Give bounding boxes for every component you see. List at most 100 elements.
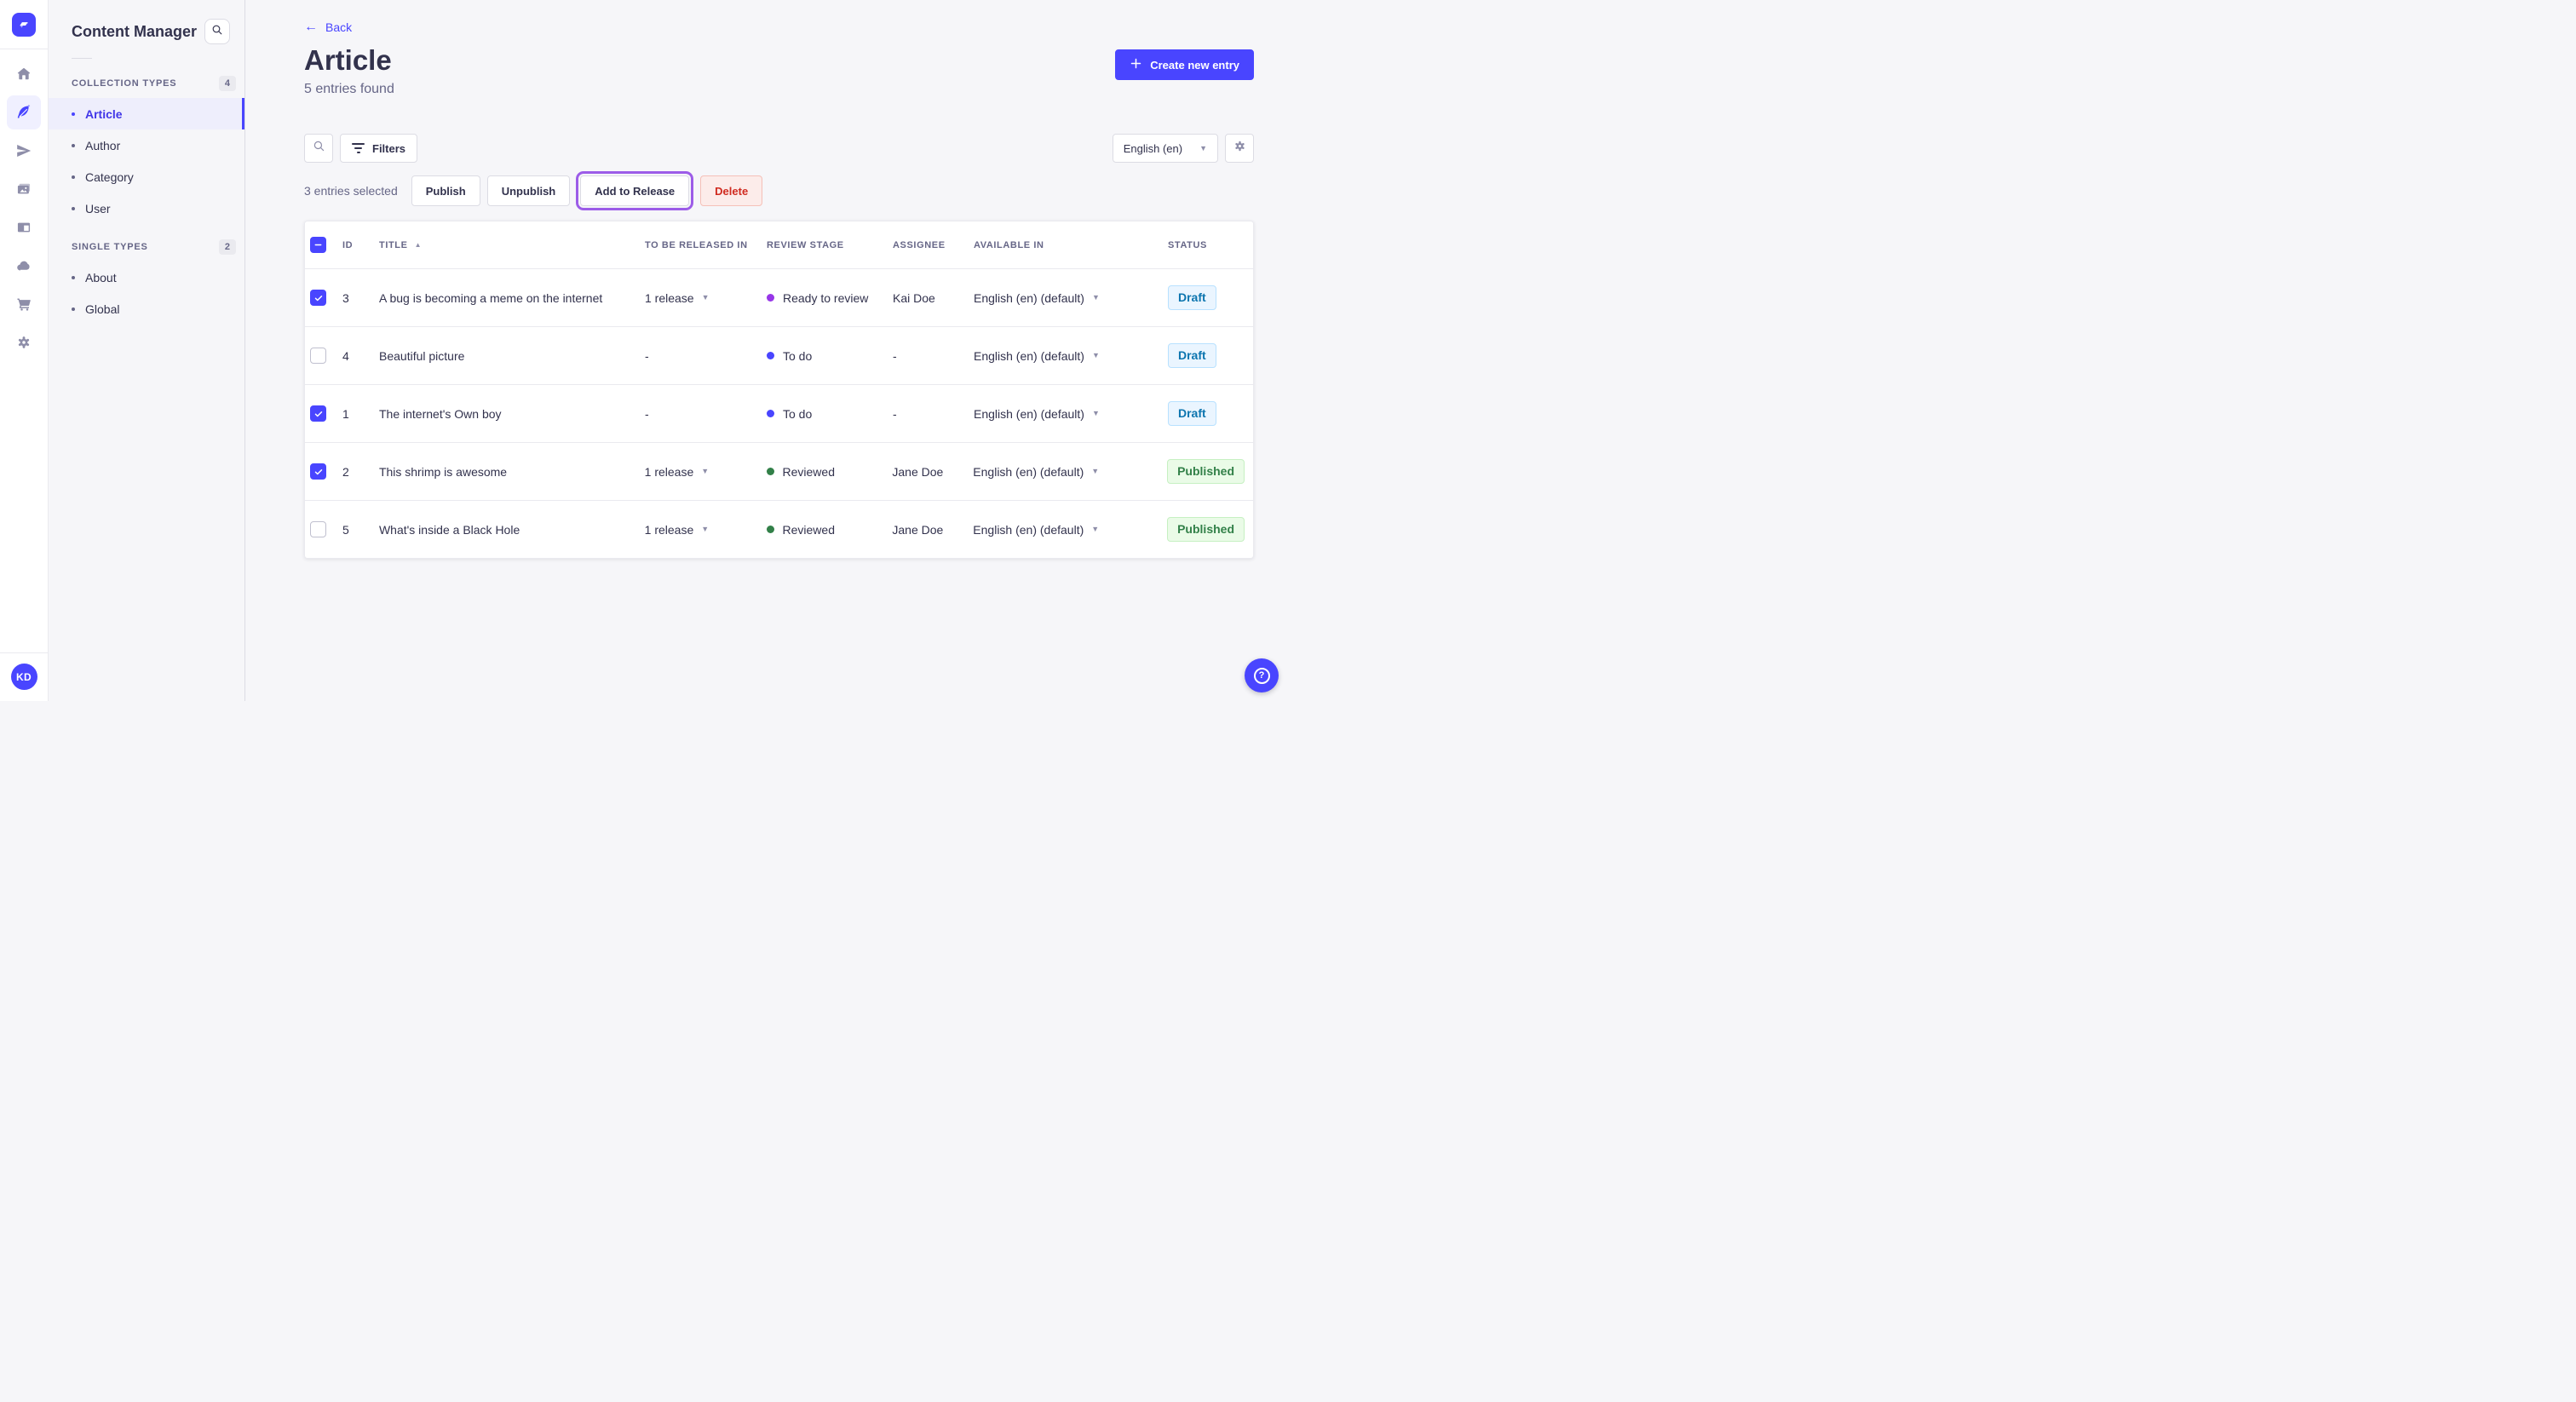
content-manager-icon[interactable] bbox=[7, 95, 41, 129]
row-checkbox[interactable] bbox=[310, 463, 326, 480]
entry-release-cell[interactable]: - ▼ bbox=[645, 349, 767, 363]
entry-assignee: Jane Doe bbox=[892, 522, 944, 537]
search-button[interactable] bbox=[204, 19, 230, 44]
section-label-collection-types: COLLECTION TYPES bbox=[72, 78, 177, 89]
entry-release-cell[interactable]: - ▼ bbox=[645, 407, 767, 421]
releases-icon[interactable] bbox=[7, 134, 41, 168]
row-checkbox[interactable] bbox=[310, 348, 326, 364]
row-checkbox[interactable] bbox=[310, 521, 326, 537]
marketplace-cart-icon[interactable] bbox=[7, 287, 41, 321]
sidebar-item-about[interactable]: About bbox=[49, 261, 244, 293]
status-badge: Draft bbox=[1168, 401, 1216, 426]
media-library-icon[interactable] bbox=[7, 172, 41, 206]
entry-id: 4 bbox=[342, 348, 349, 363]
chevron-down-icon: ▼ bbox=[701, 293, 710, 302]
create-new-entry-button[interactable]: Create new entry bbox=[1115, 49, 1254, 80]
view-settings-button[interactable] bbox=[1225, 134, 1254, 163]
entry-status: Draft bbox=[1168, 343, 1253, 368]
entry-locale-cell[interactable]: English (en) (default) ▼ bbox=[974, 291, 1168, 305]
single-types-count: 2 bbox=[218, 239, 236, 255]
chevron-down-icon: ▼ bbox=[1091, 525, 1100, 533]
page-title: Article bbox=[304, 44, 392, 76]
sidebar-item-category[interactable]: Category bbox=[49, 161, 244, 192]
table-row[interactable]: 4 Beautiful picture - ▼ To do - English … bbox=[305, 326, 1253, 384]
entry-assignee: Kai Doe bbox=[893, 290, 935, 305]
entry-title: A bug is becoming a meme on the internet bbox=[379, 290, 603, 305]
table-row[interactable]: 3 A bug is becoming a meme on the intern… bbox=[305, 268, 1253, 326]
column-header-title[interactable]: TITLE ▲ bbox=[379, 240, 645, 250]
column-header-release[interactable]: TO BE RELEASED IN bbox=[645, 240, 767, 250]
subnav-title: Content Manager bbox=[72, 22, 198, 40]
entry-review-stage: Reviewed bbox=[766, 465, 893, 479]
entry-release-cell[interactable]: 1 release ▼ bbox=[645, 291, 767, 305]
table-row[interactable]: 5 What's inside a Black Hole 1 release ▼… bbox=[305, 500, 1253, 558]
entry-review-stage: Ready to review bbox=[767, 291, 893, 305]
home-icon[interactable] bbox=[7, 57, 41, 91]
bullet-icon bbox=[72, 275, 75, 279]
entry-locale-cell[interactable]: English (en) (default) ▼ bbox=[973, 523, 1167, 537]
delete-button[interactable]: Delete bbox=[700, 175, 763, 206]
column-header-status[interactable]: STATUS bbox=[1168, 240, 1253, 250]
sidebar-item-global[interactable]: Global bbox=[49, 293, 244, 325]
publish-button[interactable]: Publish bbox=[411, 175, 480, 206]
help-button[interactable]: ? bbox=[1245, 658, 1279, 692]
subnav: Content Manager COLLECTION TYPES 4 Artic… bbox=[49, 0, 245, 701]
table-row[interactable]: 2 This shrimp is awesome 1 release ▼ Rev… bbox=[305, 442, 1253, 500]
entry-release-cell[interactable]: 1 release ▼ bbox=[645, 465, 767, 479]
collection-types-count: 4 bbox=[218, 76, 236, 91]
entry-locale-cell[interactable]: English (en) (default) ▼ bbox=[974, 407, 1168, 421]
entry-locale-cell[interactable]: English (en) (default) ▼ bbox=[974, 349, 1168, 363]
entry-title: The internet's Own boy bbox=[379, 406, 502, 421]
column-header-id[interactable]: ID bbox=[342, 240, 379, 250]
status-badge: Draft bbox=[1168, 343, 1216, 368]
filter-icon bbox=[352, 143, 365, 153]
add-to-release-button[interactable]: Add to Release bbox=[576, 171, 694, 210]
status-badge: Draft bbox=[1168, 285, 1216, 310]
entry-id: 5 bbox=[342, 522, 349, 537]
row-checkbox[interactable] bbox=[310, 290, 326, 306]
chevron-down-icon: ▼ bbox=[1091, 409, 1100, 417]
entry-status: Published bbox=[1167, 517, 1253, 542]
chevron-down-icon: ▼ bbox=[1091, 293, 1100, 302]
sidebar-item-author[interactable]: Author bbox=[49, 129, 244, 161]
content-type-builder-icon[interactable] bbox=[7, 210, 41, 244]
locale-select[interactable]: English (en) ▼ bbox=[1112, 134, 1218, 163]
entry-review-stage: To do bbox=[767, 407, 893, 421]
divider bbox=[0, 652, 49, 653]
entry-title: What's inside a Black Hole bbox=[378, 522, 520, 537]
row-checkbox[interactable] bbox=[310, 405, 326, 422]
user-avatar[interactable]: KD bbox=[10, 664, 37, 690]
entries-table: ID TITLE ▲ TO BE RELEASED IN REVIEW STAG… bbox=[304, 221, 1254, 559]
column-header-review-stage[interactable]: REVIEW STAGE bbox=[767, 240, 893, 250]
filters-button[interactable]: Filters bbox=[340, 134, 418, 163]
column-header-assignee[interactable]: ASSIGNEE bbox=[893, 240, 974, 250]
column-header-available-in[interactable]: AVAILABLE IN bbox=[974, 240, 1168, 250]
entry-review-stage: To do bbox=[767, 349, 893, 363]
search-button[interactable] bbox=[304, 134, 333, 163]
unpublish-button[interactable]: Unpublish bbox=[486, 175, 571, 206]
entry-locale-cell[interactable]: English (en) (default) ▼ bbox=[973, 465, 1167, 479]
select-all-checkbox[interactable] bbox=[310, 237, 326, 253]
table-body: 3 A bug is becoming a meme on the intern… bbox=[305, 268, 1253, 558]
table-row[interactable]: 1 The internet's Own boy - ▼ To do - Eng… bbox=[305, 384, 1253, 442]
main-content: ← Back Article 5 entries found Create ne… bbox=[245, 0, 1288, 701]
arrow-left-icon: ← bbox=[304, 20, 318, 34]
entry-release-cell[interactable]: 1 release ▼ bbox=[645, 523, 767, 537]
entry-title: Beautiful picture bbox=[379, 348, 465, 363]
table-header-row: ID TITLE ▲ TO BE RELEASED IN REVIEW STAG… bbox=[305, 221, 1253, 268]
deploy-cloud-icon[interactable] bbox=[7, 249, 41, 283]
back-link[interactable]: ← Back bbox=[304, 0, 352, 35]
strapi-logo[interactable] bbox=[12, 13, 36, 37]
sidebar-item-user[interactable]: User bbox=[49, 192, 244, 224]
settings-gear-icon[interactable] bbox=[7, 325, 41, 359]
stage-dot-icon bbox=[767, 410, 774, 417]
entry-status: Draft bbox=[1168, 401, 1253, 426]
stage-dot-icon bbox=[767, 294, 774, 302]
sidebar-item-article[interactable]: Article bbox=[49, 98, 244, 129]
nav-rail: KD bbox=[0, 0, 49, 701]
search-icon bbox=[210, 23, 224, 41]
search-icon bbox=[312, 139, 326, 158]
status-badge: Published bbox=[1167, 517, 1245, 542]
entry-assignee: - bbox=[893, 348, 897, 363]
entry-status: Draft bbox=[1168, 285, 1253, 310]
